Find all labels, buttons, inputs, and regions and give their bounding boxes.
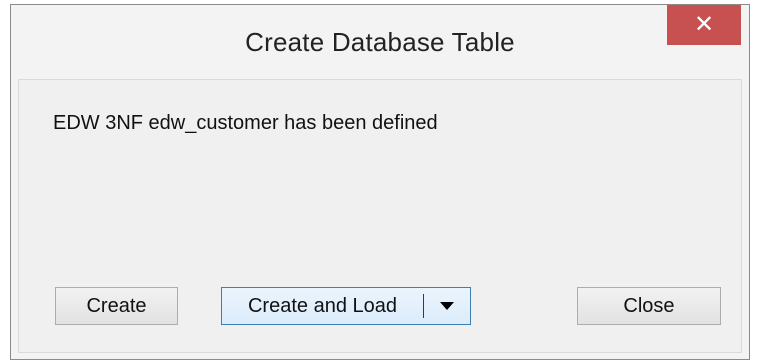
create-and-load-dropdown-button[interactable] bbox=[424, 301, 470, 311]
dialog-content: EDW 3NF edw_customer has been defined Cr… bbox=[18, 79, 742, 353]
close-button[interactable]: Close bbox=[577, 287, 721, 325]
status-message: EDW 3NF edw_customer has been defined bbox=[53, 112, 438, 134]
close-icon: ✕ bbox=[693, 11, 715, 38]
create-and-load-button-label: Create and Load bbox=[247, 294, 397, 317]
create-button-label: Create bbox=[86, 294, 147, 317]
create-and-load-split-button[interactable]: Create and Load bbox=[221, 287, 471, 325]
title-bar[interactable]: Create Database Table ✕ bbox=[11, 5, 749, 79]
triangle-down-icon bbox=[440, 302, 454, 310]
dialog-window: Create Database Table ✕ EDW 3NF edw_cust… bbox=[10, 4, 750, 360]
close-button-label: Close bbox=[623, 294, 675, 317]
dialog-title: Create Database Table bbox=[245, 27, 515, 57]
create-button[interactable]: Create bbox=[55, 287, 178, 325]
window-close-button[interactable]: ✕ bbox=[667, 5, 741, 45]
